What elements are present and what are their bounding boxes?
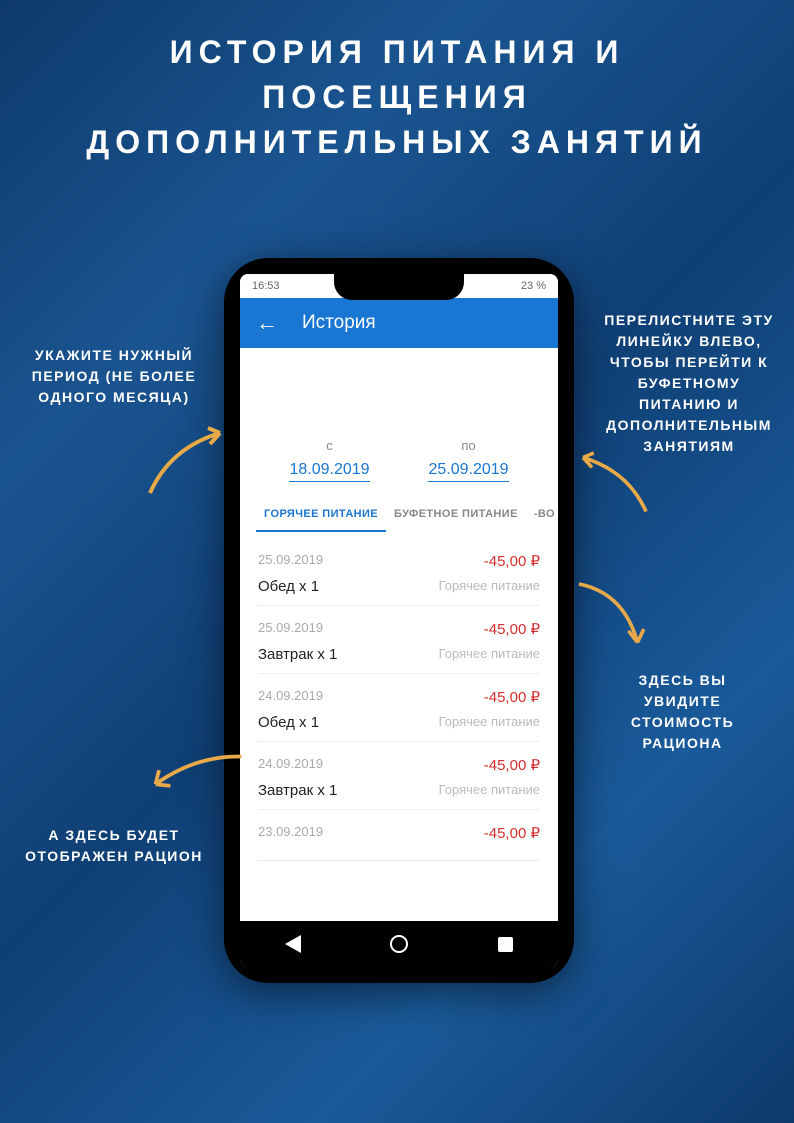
item-date: 24.09.2019 xyxy=(258,756,323,774)
list-item[interactable]: 25.09.2019 -45,00 ₽ Завтрак х 1 Горячее пи… xyxy=(258,606,540,674)
item-category: Горячее питание xyxy=(439,646,540,663)
list-item[interactable]: 24.09.2019 -45,00 ₽ Обед х 1 Горячее питан… xyxy=(258,674,540,742)
item-price: -45,00 ₽ xyxy=(484,756,540,774)
page-title: ИСТОРИЯ ПИТАНИЯ И ПОСЕЩЕНИЯ ДОПОЛНИТЕЛЬН… xyxy=(0,0,794,174)
item-category: Горячее питание xyxy=(439,782,540,799)
nav-back-icon[interactable] xyxy=(285,935,301,953)
arrow-icon xyxy=(140,418,240,498)
date-from-col[interactable]: с 18.09.2019 xyxy=(260,438,399,482)
back-arrow-icon[interactable]: ← xyxy=(256,310,278,336)
tab-extra[interactable]: -ВО xyxy=(526,498,558,532)
item-date: 23.09.2019 xyxy=(258,824,323,842)
date-range-row: с 18.09.2019 по 25.09.2019 xyxy=(240,438,558,488)
item-category: Горячее питание xyxy=(439,578,540,595)
item-price: -45,00 ₽ xyxy=(484,620,540,638)
callout-price: ЗДЕСЬ ВЫ УВИДИТЕ СТОИМОСТЬ РАЦИОНА xyxy=(600,670,765,754)
callout-ration: А ЗДЕСЬ БУДЕТ ОТОБРАЖЕН РАЦИОН xyxy=(25,825,203,867)
date-to-col[interactable]: по 25.09.2019 xyxy=(399,438,538,482)
status-time: 16:53 xyxy=(252,280,280,292)
list-item[interactable]: 25.09.2019 -45,00 ₽ Обед х 1 Горячее питан… xyxy=(258,538,540,606)
title-line: ДОПОЛНИТЕЛЬНЫХ ЗАНЯТИЙ xyxy=(20,120,774,165)
header-title: История xyxy=(302,312,376,334)
status-battery: 23 % xyxy=(521,280,546,292)
date-from-value: 18.09.2019 xyxy=(289,461,369,482)
arrow-icon xyxy=(565,440,655,520)
item-price: -45,00 ₽ xyxy=(484,552,540,570)
android-nav-bar xyxy=(240,921,558,967)
item-name: Обед х 1 xyxy=(258,578,319,595)
list-item[interactable]: 24.09.2019 -45,00 ₽ Завтрак х 1 Горячее пи… xyxy=(258,742,540,810)
arrow-icon xyxy=(570,575,660,665)
title-line: ИСТОРИЯ ПИТАНИЯ И xyxy=(20,30,774,75)
item-date: 25.09.2019 xyxy=(258,620,323,638)
item-price: -45,00 ₽ xyxy=(484,824,540,842)
item-price: -45,00 ₽ xyxy=(484,688,540,706)
date-from-label: с xyxy=(260,438,399,453)
tab-hot[interactable]: ГОРЯЧЕЕ ПИТАНИЕ xyxy=(256,498,386,532)
item-category: Горячее питание xyxy=(439,714,540,731)
app-header: ← История xyxy=(240,298,558,348)
phone-notch xyxy=(334,274,464,300)
nav-home-icon[interactable] xyxy=(390,935,408,953)
tab-buffet[interactable]: БУФЕТНОЕ ПИТАНИЕ xyxy=(386,498,526,532)
history-list[interactable]: 25.09.2019 -45,00 ₽ Обед х 1 Горячее питан… xyxy=(240,532,558,867)
item-date: 25.09.2019 xyxy=(258,552,323,570)
tabs-row[interactable]: ГОРЯЧЕЕ ПИТАНИЕ БУФЕТНОЕ ПИТАНИЕ -ВО xyxy=(240,488,558,532)
callout-swipe: ПЕРЕЛИСТНИТЕ ЭТУ ЛИНЕЙКУ ВЛЕВО, ЧТОБЫ ПЕ… xyxy=(600,310,778,457)
content-area: с 18.09.2019 по 25.09.2019 ГОРЯЧЕЕ ПИТАН… xyxy=(240,348,558,921)
list-item[interactable]: 23.09.2019 -45,00 ₽ xyxy=(258,810,540,861)
item-name: Завтрак х 1 xyxy=(258,782,337,799)
date-to-value: 25.09.2019 xyxy=(428,461,508,482)
phone-screen: 16:53 23 % ← История с 18.09.2019 по 25.… xyxy=(240,274,558,967)
callout-period: УКАЖИТЕ НУЖНЫЙ ПЕРИОД (НЕ БОЛЕЕ ОДНОГО М… xyxy=(25,345,203,408)
title-line: ПОСЕЩЕНИЯ xyxy=(20,75,774,120)
phone-mockup: 16:53 23 % ← История с 18.09.2019 по 25.… xyxy=(224,258,574,983)
item-name: Обед х 1 xyxy=(258,714,319,731)
nav-recent-icon[interactable] xyxy=(498,937,513,952)
item-name: Завтрак х 1 xyxy=(258,646,337,663)
date-to-label: по xyxy=(399,438,538,453)
item-date: 24.09.2019 xyxy=(258,688,323,706)
